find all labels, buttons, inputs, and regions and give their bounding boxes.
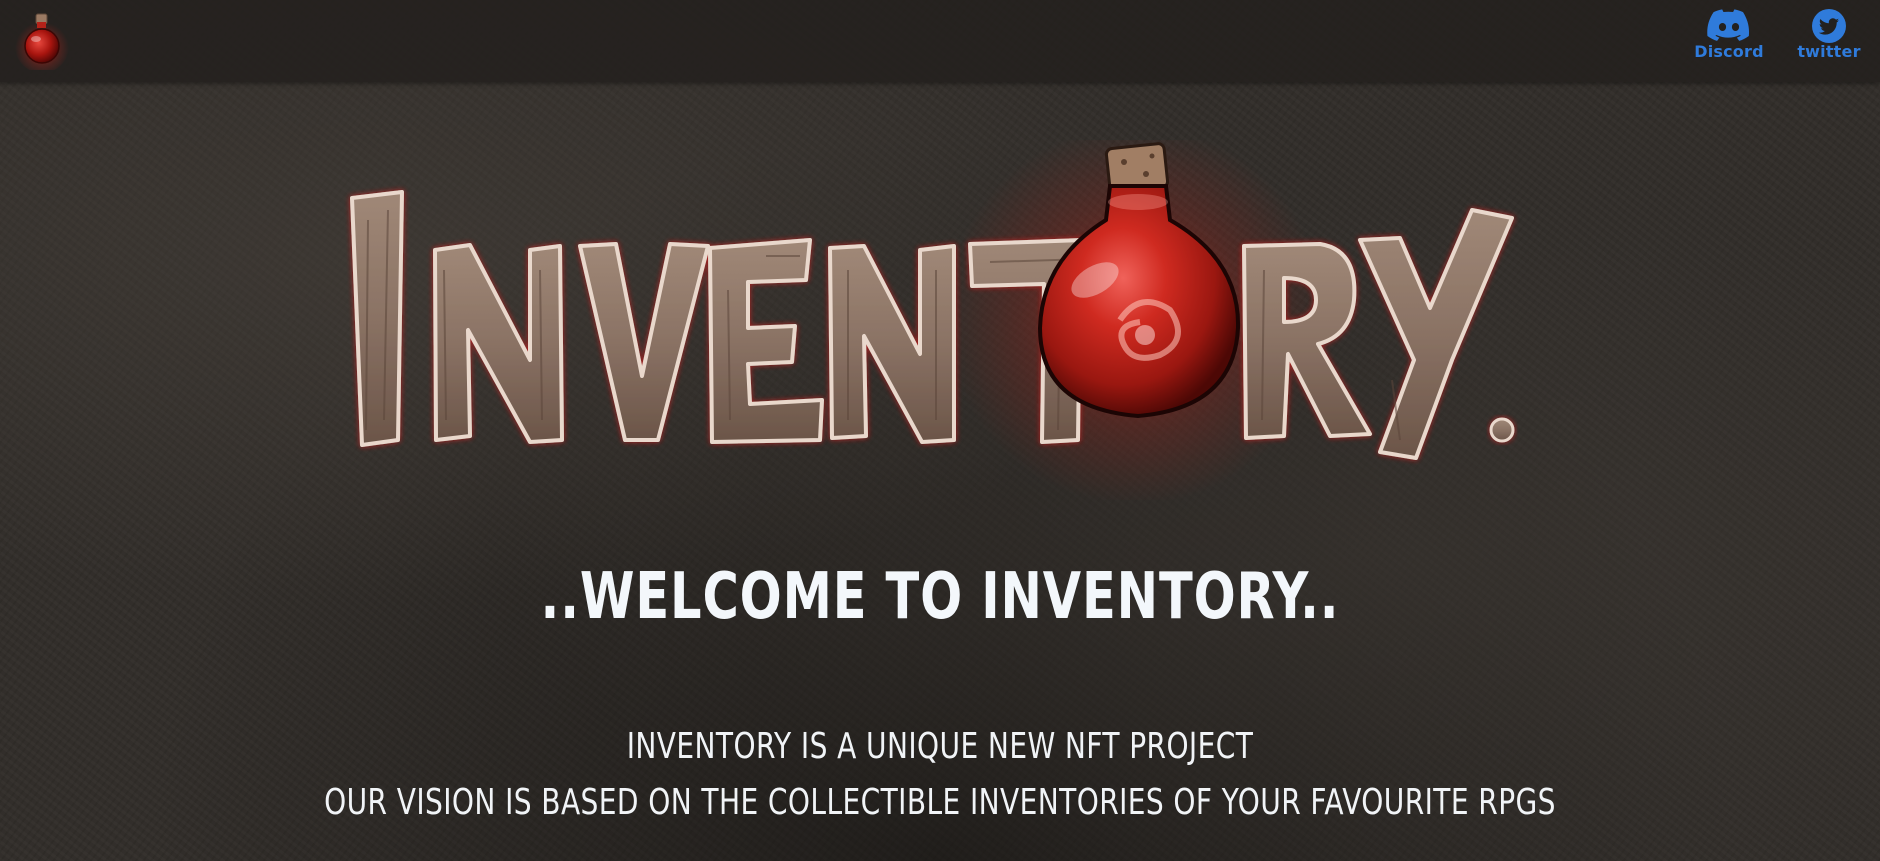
welcome-heading: ..WELCOME TO INVENTORY.. xyxy=(540,560,1340,634)
discord-label: Discord xyxy=(1694,42,1764,61)
discord-icon xyxy=(1707,9,1750,41)
description-line-1: INVENTORY IS A UNIQUE NEW NFT PROJECT xyxy=(626,726,1254,767)
top-navigation-bar: Discord twitter xyxy=(0,0,1880,82)
page: Discord twitter ..WELCOME TO INVENTORY..… xyxy=(0,0,1880,861)
inventory-logo xyxy=(350,140,1515,500)
twitter-link[interactable]: twitter xyxy=(1792,8,1866,61)
potion-icon[interactable] xyxy=(14,10,70,70)
twitter-label: twitter xyxy=(1797,42,1861,61)
discord-link[interactable]: Discord xyxy=(1684,8,1774,61)
description-line-2: OUR VISION IS BASED ON THE COLLECTIBLE I… xyxy=(324,782,1556,823)
twitter-icon xyxy=(1812,9,1846,43)
